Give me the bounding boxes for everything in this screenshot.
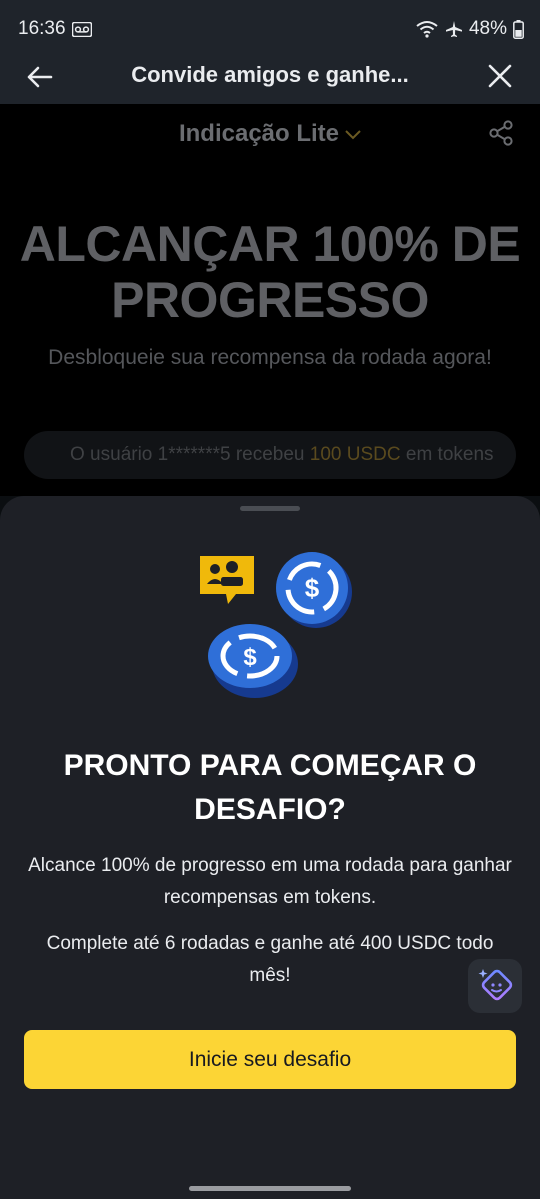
close-icon[interactable] (486, 62, 514, 90)
system-nav-bar (0, 1176, 540, 1199)
background-page: Indicação Lite ALCANÇAR 100% DE PROGRESS… (0, 104, 540, 496)
status-indicators: 48% (415, 18, 524, 40)
sheet-drag-handle[interactable] (240, 506, 300, 511)
hero-title: ALCANÇAR 100% DE PROGRESSO (0, 216, 540, 328)
sheet-title: PRONTO PARA COMEÇAR O DESAFIO? (63, 749, 477, 826)
ticker-prefix: O usuário 1*******5 recebeu (70, 444, 310, 465)
bottom-sheet: $ $ PRONTO PARA COMEÇAR O DESAFIO? Alcan… (0, 496, 540, 1176)
reward-ticker: O usuário 1*******5 recebeu 100 USDC em … (24, 431, 516, 479)
voicemail-icon (72, 22, 92, 37)
svg-text:$: $ (305, 573, 320, 603)
page-title: Convide amigos e ganhe... (131, 62, 409, 87)
rewards-illustration: $ $ (200, 552, 352, 698)
ticker-suffix: em tokens (400, 444, 494, 465)
hero-subtitle: Desbloqueie sua recompensa da rodada ago… (48, 346, 492, 369)
wifi-icon (416, 21, 438, 38)
status-bar: 16:36 48% (0, 0, 540, 56)
sheet-rounds-info: Complete até 6 rodadas e ganhe até 400 U… (46, 933, 494, 986)
arrow-left-icon[interactable] (24, 62, 54, 92)
ai-assistant-icon (478, 969, 513, 1001)
share-icon[interactable] (488, 120, 514, 146)
battery-percent: 48% (468, 18, 507, 39)
program-label: Indicação Lite (178, 120, 340, 147)
hero-title-line1: ALCANÇAR 100% DE (19, 216, 521, 272)
ai-assistant-button[interactable] (468, 959, 522, 1013)
start-challenge-button[interactable]: Inicie seu desafio (24, 1030, 516, 1089)
battery-icon (513, 19, 524, 39)
chevron-down-icon (345, 129, 361, 140)
home-gesture-handle[interactable] (189, 1186, 351, 1191)
usdc-coin-icon: $ (208, 624, 298, 698)
svg-text:$: $ (243, 644, 257, 671)
usdc-coin-icon: $ (276, 552, 352, 628)
airplane-icon (445, 21, 462, 37)
ticker-amount: 100 USDC (309, 444, 401, 465)
chat-users-icon (200, 556, 254, 604)
hero-title-line2: PROGRESSO (111, 272, 429, 328)
status-time: 16:36 (18, 18, 66, 39)
app-header: Convide amigos e ganhe... (0, 56, 540, 104)
ticker-text: O usuário 1*******5 recebeu 100 USDC em … (70, 444, 494, 466)
sheet-description: Alcance 100% de progresso em uma rodada … (28, 855, 512, 908)
program-selector[interactable]: Indicação Lite (0, 120, 540, 148)
